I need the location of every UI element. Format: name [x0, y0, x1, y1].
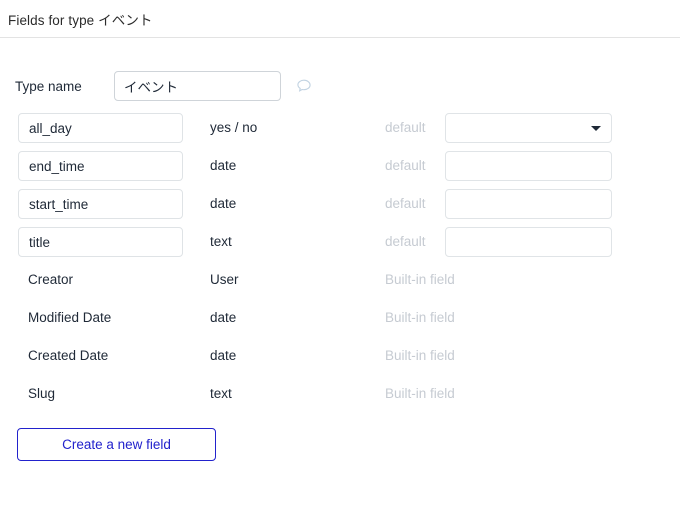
- field-default-control: [445, 227, 612, 257]
- create-field-row: Create a new field: [0, 428, 680, 461]
- page-header: Fields for type イベント: [0, 0, 680, 38]
- table-row: Modified Date date Built-in field: [18, 303, 680, 333]
- builtin-field-type: date: [210, 348, 237, 363]
- type-name-row: Type name: [0, 71, 680, 101]
- field-default-input[interactable]: [445, 151, 612, 181]
- field-type-label: text: [210, 234, 232, 249]
- field-default-input[interactable]: [445, 227, 612, 257]
- type-name-input[interactable]: [114, 71, 281, 101]
- builtin-field-name: Modified Date: [28, 310, 112, 325]
- table-row: date default: [18, 151, 680, 181]
- field-default-control: [445, 189, 612, 219]
- field-type-label: date: [210, 196, 237, 211]
- builtin-field-name: Creator: [28, 272, 74, 287]
- builtin-field-name: Created Date: [28, 348, 109, 363]
- field-default-select[interactable]: [445, 113, 612, 143]
- builtin-field-note: Built-in field: [385, 310, 455, 325]
- field-default-input[interactable]: [445, 189, 612, 219]
- field-default-label: default: [385, 120, 426, 135]
- table-row: Creator User Built-in field: [18, 265, 680, 295]
- table-row: Slug text Built-in field: [18, 379, 680, 409]
- field-name-input[interactable]: [18, 189, 183, 219]
- builtin-field-note: Built-in field: [385, 386, 455, 401]
- field-name-input[interactable]: [18, 151, 183, 181]
- type-name-label: Type name: [15, 78, 82, 94]
- create-new-field-button[interactable]: Create a new field: [17, 428, 216, 461]
- field-default-label: default: [385, 234, 426, 249]
- table-row: yes / no default: [18, 113, 680, 143]
- builtin-field-type: text: [210, 386, 232, 401]
- builtin-field-type: User: [210, 272, 239, 287]
- field-name-input[interactable]: [18, 227, 183, 257]
- field-default-label: default: [385, 196, 426, 211]
- table-row: date default: [18, 189, 680, 219]
- builtin-field-note: Built-in field: [385, 348, 455, 363]
- fields-table: yes / no default date default date defau…: [0, 113, 680, 409]
- field-type-label: yes / no: [210, 120, 258, 135]
- field-type-label: date: [210, 158, 237, 173]
- speech-bubble-icon[interactable]: [294, 76, 314, 96]
- page-title: Fields for type イベント: [8, 12, 153, 28]
- table-row: text default: [18, 227, 680, 257]
- field-default-control: [445, 113, 612, 143]
- builtin-field-name: Slug: [28, 386, 56, 401]
- field-default-label: default: [385, 158, 426, 173]
- table-row: Created Date date Built-in field: [18, 341, 680, 371]
- builtin-field-note: Built-in field: [385, 272, 455, 287]
- field-default-control: [445, 151, 612, 181]
- field-name-input[interactable]: [18, 113, 183, 143]
- builtin-field-type: date: [210, 310, 237, 325]
